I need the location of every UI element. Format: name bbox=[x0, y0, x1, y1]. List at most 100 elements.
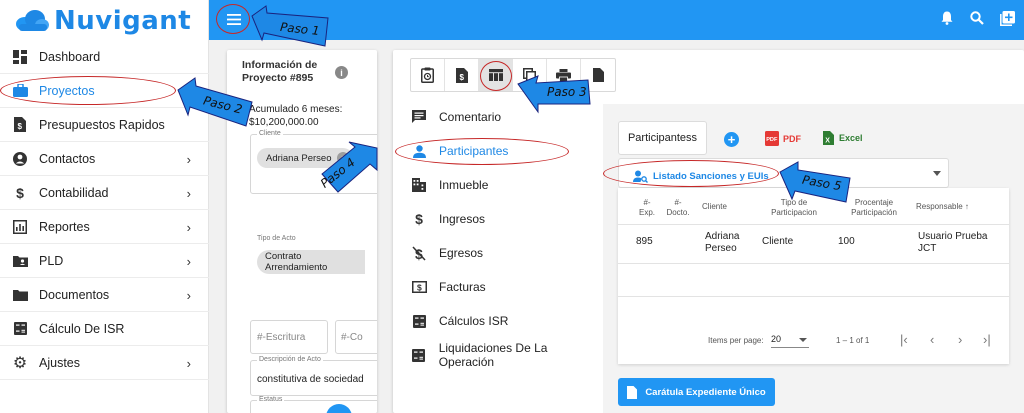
table-icon bbox=[488, 69, 503, 81]
column-header-exp[interactable]: #-Exp. bbox=[636, 198, 658, 218]
sidebar-item-contactos[interactable]: Contactos › bbox=[0, 142, 209, 176]
sidebar-item-ajustes[interactable]: ⚙ Ajustes › bbox=[0, 346, 209, 380]
calculator-icon bbox=[411, 347, 427, 363]
sidebar-item-reportes[interactable]: Reportes › bbox=[0, 210, 209, 244]
person-search-icon bbox=[633, 170, 648, 183]
invoice-button[interactable]: $ bbox=[445, 59, 479, 91]
menu-item-label: Ingresos bbox=[439, 212, 486, 226]
copy-icon bbox=[523, 68, 536, 82]
sidebar: Nuvigant Dashboard Proyectos $ Presupues… bbox=[0, 0, 209, 413]
project-info-panel: Información de Proyecto #895 i Acumulado… bbox=[227, 50, 377, 413]
money-off-icon: $ bbox=[411, 245, 427, 261]
column-header-docto[interactable]: #-Docto. bbox=[664, 198, 692, 218]
column-header-tipo[interactable]: Tipo de Participacion bbox=[758, 198, 830, 218]
caratula-expediente-button[interactable]: Carátula Expediente Único bbox=[618, 378, 775, 406]
hamburger-icon bbox=[227, 13, 241, 25]
menu-item-liquidaciones[interactable]: Liquidaciones De La Operación bbox=[393, 338, 603, 372]
last-page-icon[interactable]: ›| bbox=[983, 332, 991, 347]
export-excel-button[interactable]: X Excel bbox=[823, 131, 863, 145]
listado-sanciones-button[interactable]: Listado Sanciones y EUIs bbox=[633, 170, 769, 183]
table-view-button[interactable] bbox=[479, 59, 513, 91]
top-app-bar bbox=[209, 0, 1024, 40]
sidebar-item-pld[interactable]: PLD › bbox=[0, 244, 209, 278]
caret-down-icon bbox=[799, 338, 807, 342]
paginator: Items per page: 20 1 – 1 of 1 |‹ ‹ › ›| bbox=[618, 320, 1009, 364]
detail-menu: Comentario Participantes Inmueble $ Ingr… bbox=[393, 100, 603, 372]
sidebar-item-calculo-isr[interactable]: Cálculo De ISR bbox=[0, 312, 209, 346]
brand-name: Nuvigant bbox=[54, 6, 192, 36]
sidebar-item-presupuestos[interactable]: $ Presupuestos Rapidos bbox=[0, 108, 209, 142]
menu-item-egresos[interactable]: $ Egresos bbox=[393, 236, 603, 270]
add-participant-button[interactable]: + bbox=[724, 132, 739, 147]
menu-item-facturas[interactable]: $ Facturas bbox=[393, 270, 603, 304]
cell-porcentaje: 100 bbox=[838, 236, 855, 247]
add-box-icon[interactable] bbox=[998, 9, 1016, 27]
hamburger-menu-button[interactable] bbox=[223, 8, 245, 30]
header-divider bbox=[618, 224, 1009, 225]
copy-button[interactable] bbox=[513, 59, 547, 91]
cell-exp: 895 bbox=[636, 236, 653, 247]
menu-item-calculos-isr[interactable]: Cálculos ISR bbox=[393, 304, 603, 338]
menu-item-comentario[interactable]: Comentario bbox=[393, 100, 603, 134]
info-icon[interactable]: i bbox=[335, 66, 348, 79]
pdf-label: PDF bbox=[783, 133, 801, 144]
menu-item-label: Cálculos ISR bbox=[439, 314, 509, 328]
sidebar-item-dashboard[interactable]: Dashboard bbox=[0, 40, 209, 74]
sidebar-item-proyectos[interactable]: Proyectos bbox=[0, 74, 209, 108]
svg-text:PDF: PDF bbox=[766, 137, 778, 143]
document-button[interactable] bbox=[581, 59, 615, 91]
listado-label: Listado Sanciones y EUIs bbox=[653, 171, 769, 182]
cell-tipo: Cliente bbox=[762, 236, 794, 247]
tab-participantes[interactable]: Participantess bbox=[618, 121, 707, 155]
sidebar-item-label: Proyectos bbox=[39, 83, 95, 98]
menu-item-label: Comentario bbox=[439, 110, 502, 124]
comment-icon bbox=[411, 109, 427, 125]
pdf-file-icon: PDF bbox=[765, 131, 779, 146]
search-icon[interactable] bbox=[968, 9, 986, 27]
brand-logo[interactable]: Nuvigant bbox=[14, 4, 191, 38]
page-size-select[interactable]: 20 bbox=[771, 332, 809, 348]
column-header-responsable[interactable]: Responsable ↑ bbox=[916, 202, 969, 212]
menu-item-inmueble[interactable]: Inmueble bbox=[393, 168, 603, 202]
invoice-icon: $ bbox=[411, 279, 427, 295]
chevron-right-icon: › bbox=[186, 254, 191, 269]
gear-icon: ⚙ bbox=[12, 354, 28, 372]
page-size-value: 20 bbox=[771, 334, 782, 344]
descripcion-label: Descripción de Acto bbox=[257, 356, 323, 363]
chip-remove-icon[interactable]: × bbox=[337, 152, 350, 164]
svg-text:$: $ bbox=[459, 73, 464, 82]
building-icon bbox=[411, 177, 427, 193]
invoice-icon: $ bbox=[455, 67, 468, 83]
menu-item-label: Participantes bbox=[439, 144, 509, 158]
cell-cliente: Adriana Perseo bbox=[705, 231, 740, 254]
folder-icon bbox=[12, 287, 28, 303]
bell-icon[interactable] bbox=[938, 9, 956, 27]
menu-item-ingresos[interactable]: $ Ingresos bbox=[393, 202, 603, 236]
client-chip[interactable]: Adriana Perseo × bbox=[257, 148, 354, 168]
prev-page-icon[interactable]: ‹ bbox=[930, 332, 934, 347]
svg-text:$: $ bbox=[417, 283, 422, 293]
participants-area: Participantess + PDF PDF X Excel Listado… bbox=[603, 104, 1024, 413]
folder-account-icon bbox=[12, 253, 28, 269]
cell-responsable: Usuario Prueba JCT bbox=[918, 231, 988, 254]
sidebar-item-contabilidad[interactable]: $ Contabilidad › bbox=[0, 176, 209, 210]
clipboard-clock-button[interactable] bbox=[411, 59, 445, 91]
first-page-icon[interactable]: |‹ bbox=[900, 332, 908, 347]
dollar-icon: $ bbox=[415, 211, 423, 227]
chevron-right-icon: › bbox=[186, 356, 191, 371]
excel-file-icon: X bbox=[823, 131, 834, 145]
next-page-icon[interactable]: › bbox=[958, 332, 962, 347]
chevron-right-icon: › bbox=[186, 220, 191, 235]
menu-item-participantes[interactable]: Participantes bbox=[393, 134, 603, 168]
participants-table: #-Exp. #-Docto. Cliente Tipo de Particip… bbox=[618, 188, 1009, 364]
excel-label: Excel bbox=[839, 133, 863, 143]
print-button[interactable] bbox=[547, 59, 581, 91]
top-actions bbox=[938, 9, 1016, 27]
plus-icon: + bbox=[727, 132, 736, 147]
sidebar-item-documentos[interactable]: Documentos › bbox=[0, 278, 209, 312]
export-pdf-button[interactable]: PDF PDF bbox=[765, 131, 801, 146]
tipo-acto-chip[interactable]: Contrato Arrendamiento bbox=[257, 250, 365, 274]
column-header-cliente[interactable]: Cliente bbox=[702, 202, 727, 212]
main-panel: $ Comentario Participantes Inmueble $ In… bbox=[393, 50, 1024, 413]
column-header-porcentaje[interactable]: Procentaje Participación bbox=[836, 198, 912, 218]
